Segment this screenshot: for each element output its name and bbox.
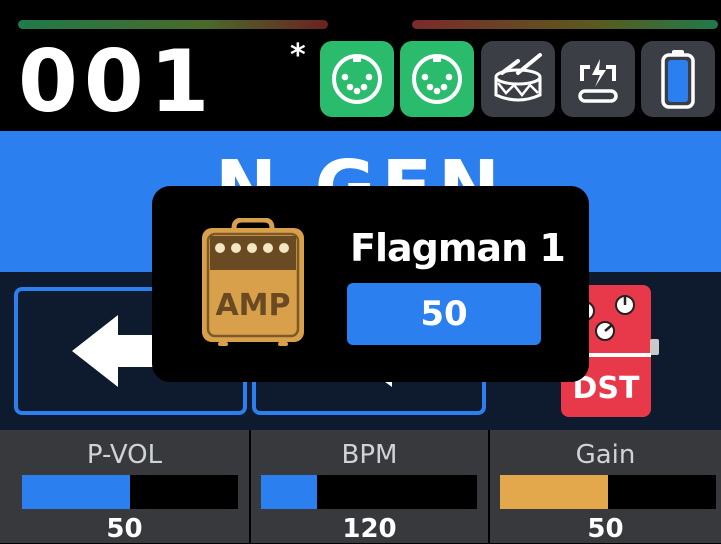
param-fill bbox=[500, 475, 608, 509]
midi-out-icon[interactable] bbox=[400, 41, 474, 117]
preset-number[interactable]: 001 bbox=[18, 34, 216, 130]
midi-in-icon[interactable] bbox=[320, 41, 394, 117]
param-value: 120 bbox=[342, 514, 397, 544]
usb-power-icon bbox=[561, 41, 635, 117]
level-meter-left bbox=[18, 20, 328, 29]
modified-marker: * bbox=[290, 38, 306, 73]
param-bar bbox=[500, 475, 716, 509]
popup-value[interactable]: 50 bbox=[347, 283, 541, 345]
param-fill bbox=[22, 475, 130, 509]
level-meter-right bbox=[412, 20, 718, 29]
param-bpm[interactable]: BPM 120 bbox=[251, 430, 488, 544]
param-value: 50 bbox=[587, 514, 624, 544]
param-bar bbox=[22, 475, 238, 509]
battery-icon bbox=[641, 41, 715, 117]
param-value: 50 bbox=[106, 514, 143, 544]
param-gain[interactable]: Gain 50 bbox=[490, 430, 721, 544]
param-label: Gain bbox=[575, 440, 636, 470]
param-label: BPM bbox=[341, 440, 398, 470]
amp-icon: AMP bbox=[198, 217, 308, 348]
param-fill bbox=[261, 475, 318, 509]
param-p-vol[interactable]: P-VOL 50 bbox=[0, 430, 249, 544]
param-bar bbox=[261, 475, 477, 509]
param-label: P-VOL bbox=[86, 440, 163, 470]
amp-icon-label: AMP bbox=[215, 288, 291, 323]
drum-icon[interactable] bbox=[481, 41, 555, 117]
popup-title: Flagman 1 bbox=[350, 226, 566, 270]
